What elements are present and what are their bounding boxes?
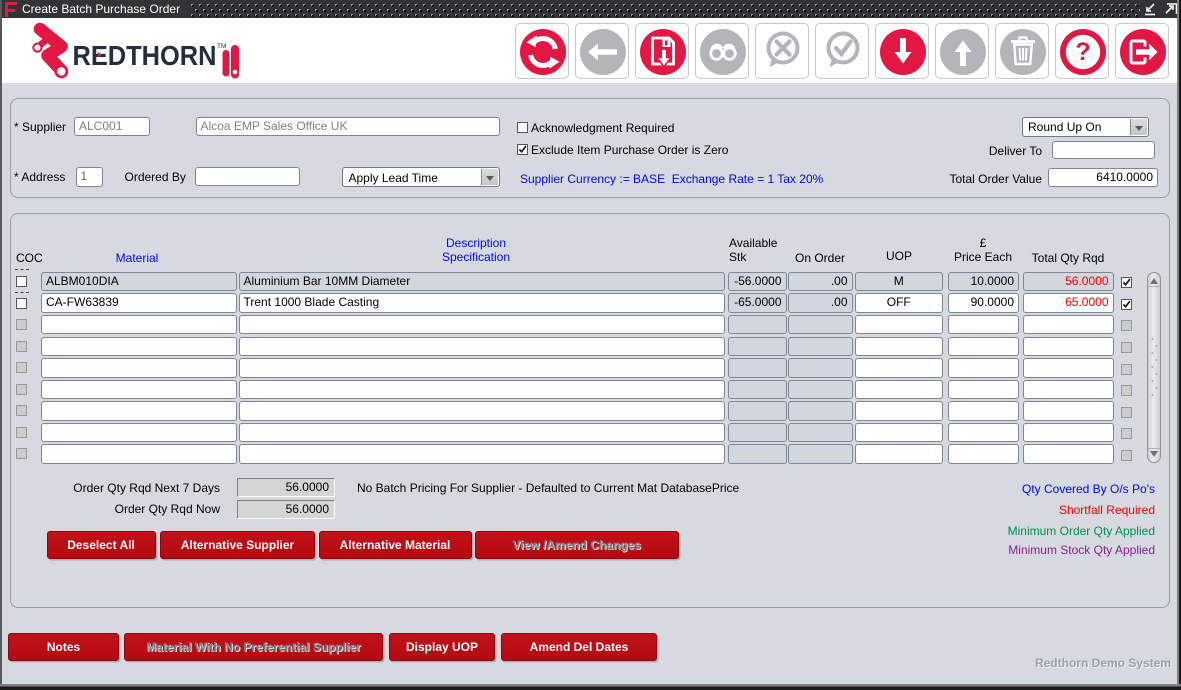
svg-text:REDTHORN: REDTHORN — [73, 40, 217, 71]
svg-text:?: ? — [1075, 38, 1090, 66]
svg-text:TM: TM — [217, 43, 226, 50]
